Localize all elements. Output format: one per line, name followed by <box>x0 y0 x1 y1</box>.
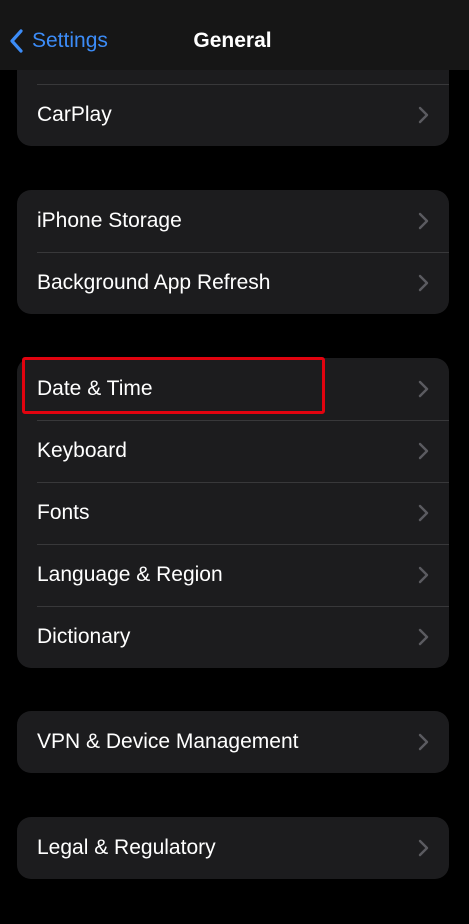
chevron-right-icon <box>418 733 429 751</box>
chevron-right-icon <box>418 566 429 584</box>
row-label: Dictionary <box>37 625 131 648</box>
row-fonts[interactable]: Fonts <box>17 482 449 544</box>
chevron-right-icon <box>418 212 429 230</box>
settings-general-screen: CarPlay iPhone Storage Background App Re… <box>0 0 469 924</box>
page-title: General <box>193 29 272 52</box>
row-carplay[interactable]: CarPlay <box>17 84 449 146</box>
row-background-app-refresh[interactable]: Background App Refresh <box>17 252 449 314</box>
row-legal-regulatory[interactable]: Legal & Regulatory <box>17 817 449 879</box>
highlight-box <box>22 357 325 414</box>
row-vpn-device-management[interactable]: VPN & Device Management <box>17 711 449 773</box>
chevron-right-icon <box>418 274 429 292</box>
row-label: VPN & Device Management <box>37 730 299 753</box>
chevron-right-icon <box>418 839 429 857</box>
navigation-bar: Settings General <box>0 0 469 70</box>
row-label: CarPlay <box>37 103 112 126</box>
row-label: Fonts <box>37 501 90 524</box>
row-dictionary[interactable]: Dictionary <box>17 606 449 668</box>
chevron-right-icon <box>418 504 429 522</box>
chevron-right-icon <box>418 442 429 460</box>
row-label: Keyboard <box>37 439 127 462</box>
group-storage: iPhone Storage Background App Refresh <box>17 190 449 314</box>
row-label: Legal & Regulatory <box>37 836 216 859</box>
row-label: Background App Refresh <box>37 271 271 294</box>
row-label: iPhone Storage <box>37 209 182 232</box>
row-keyboard[interactable]: Keyboard <box>17 420 449 482</box>
row-language-region[interactable]: Language & Region <box>17 544 449 606</box>
row-label: Language & Region <box>37 563 223 586</box>
chevron-right-icon <box>418 106 429 124</box>
row-iphone-storage[interactable]: iPhone Storage <box>17 190 449 252</box>
group-legal: Legal & Regulatory <box>17 817 449 879</box>
chevron-right-icon <box>418 380 429 398</box>
chevron-right-icon <box>418 628 429 646</box>
group-vpn: VPN & Device Management <box>17 711 449 773</box>
